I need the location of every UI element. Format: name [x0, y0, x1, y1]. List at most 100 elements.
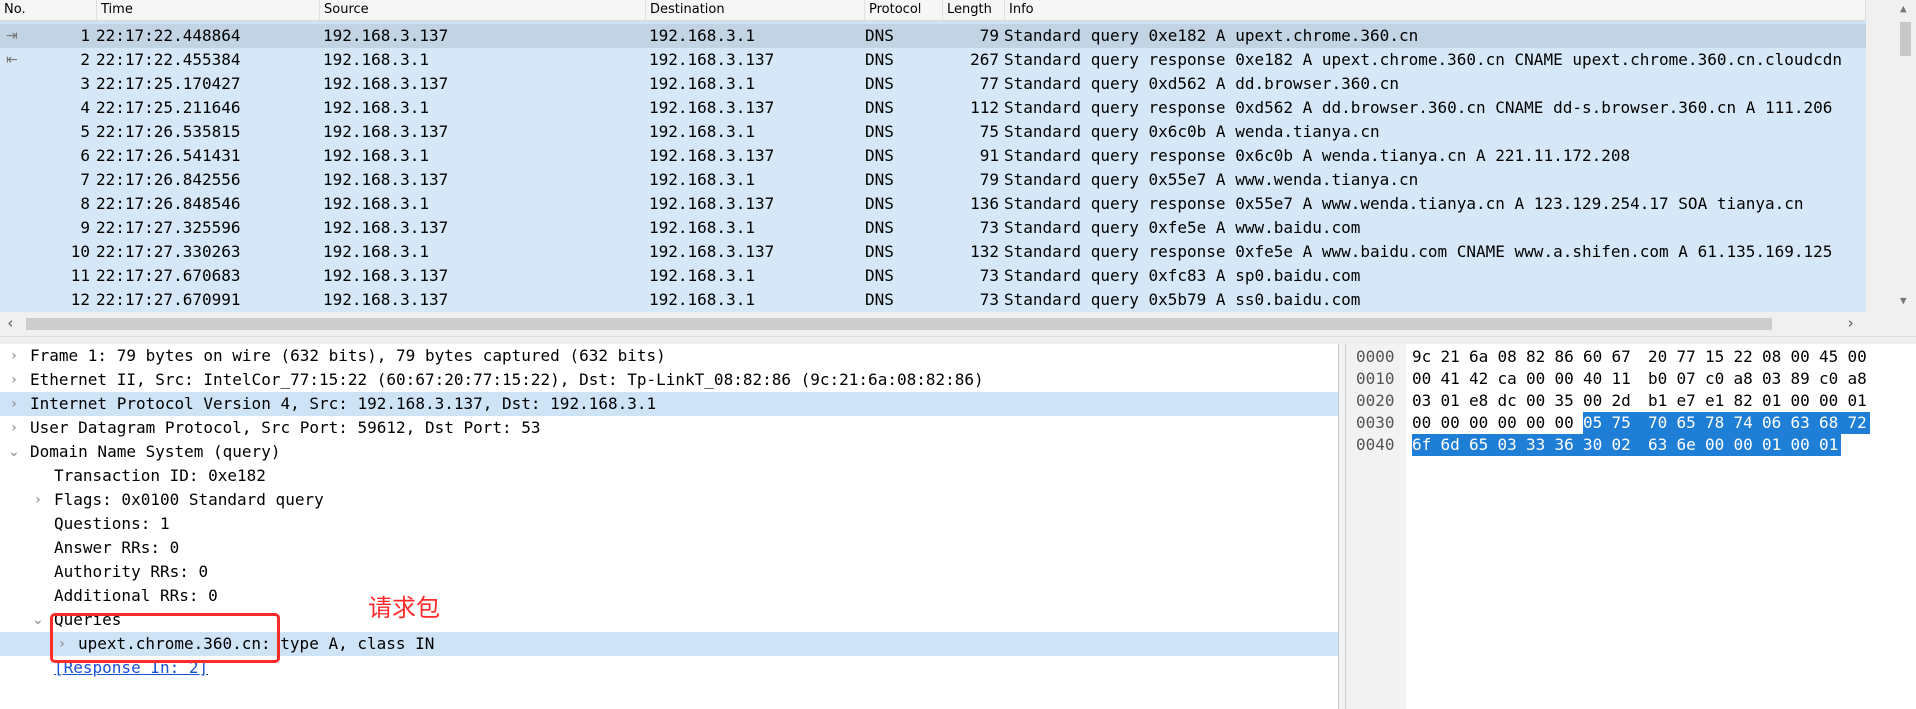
packet-row[interactable]: 6 22:17:26.541431 192.168.3.1 192.168.3.137… [0, 144, 1866, 168]
hex-byte[interactable]: 65 [1469, 434, 1498, 456]
detail-tree-row[interactable]: Transaction ID: 0xe182 [0, 464, 1338, 488]
hex-byte[interactable]: 78 [1705, 412, 1734, 434]
hex-byte[interactable]: 03 [1412, 390, 1434, 412]
pane-splitter-vertical[interactable] [1339, 344, 1346, 709]
hex-byte[interactable]: 00 [1583, 390, 1605, 412]
hex-byte[interactable]: 63 [1648, 434, 1677, 456]
hex-byte[interactable]: 6d [1440, 434, 1469, 456]
hex-byte[interactable]: 00 [1705, 434, 1734, 456]
column-header-destination[interactable]: Destination [646, 0, 865, 20]
packet-row[interactable]: 1 22:17:22.448864 192.168.3.137 192.168.3.1… [0, 24, 1866, 48]
hex-byte[interactable]: 01 [1762, 390, 1784, 412]
hex-byte[interactable]: 40 [1583, 368, 1605, 390]
hex-byte[interactable]: c0 [1819, 368, 1841, 390]
hex-byte[interactable]: 00 [1790, 434, 1819, 456]
hex-byte[interactable]: 01 [1441, 390, 1463, 412]
hex-byte[interactable]: 42 [1469, 368, 1491, 390]
detail-tree-row[interactable]: Additional RRs: 0 [0, 584, 1338, 608]
collapsed-chevron-icon[interactable]: › [6, 416, 22, 440]
hex-byte[interactable]: 65 [1676, 412, 1705, 434]
column-header-time[interactable]: Time [97, 0, 320, 20]
packet-row[interactable]: 11 22:17:27.670683 192.168.3.137 192.168.3.… [0, 264, 1866, 288]
hex-byte[interactable]: 33 [1526, 434, 1555, 456]
hex-byte[interactable]: 60 [1583, 346, 1605, 368]
hex-byte[interactable]: 70 [1648, 412, 1677, 434]
detail-tree-row[interactable]: ⌄ Domain Name System (query) [0, 440, 1338, 464]
hex-byte[interactable]: 9c [1412, 346, 1434, 368]
scroll-up-icon[interactable]: ▲ [1900, 2, 1907, 15]
detail-tree-row[interactable]: › Internet Protocol Version 4, Src: 192.1… [0, 392, 1338, 416]
packet-row[interactable]: 12 22:17:27.670991 192.168.3.137 192.168.3.… [0, 288, 1866, 312]
vertical-scroll-thumb[interactable] [1900, 22, 1911, 56]
packet-row[interactable]: 8 22:17:26.848546 192.168.3.1 192.168.3.137… [0, 192, 1866, 216]
hex-byte[interactable]: 06 [1762, 412, 1791, 434]
hex-byte[interactable]: dc [1498, 390, 1520, 412]
hex-byte[interactable]: ca [1498, 368, 1520, 390]
packet-bytes-pane[interactable]: 0000 9c 21 6a 08 82 86 60 67 20 77 15 22 08 00 45 00 0010… [1346, 344, 1916, 709]
hex-byte[interactable]: 00 [1441, 412, 1463, 434]
hex-byte[interactable]: 77 [1677, 346, 1699, 368]
packet-row[interactable]: 2 22:17:22.455384 192.168.3.1 192.168.3.137… [0, 48, 1866, 72]
hex-byte[interactable]: 05 [1583, 412, 1612, 434]
detail-tree-row[interactable]: › Frame 1: 79 bytes on wire (632 bits), 7… [0, 344, 1338, 368]
expanded-chevron-icon[interactable]: ⌄ [30, 608, 46, 632]
hex-byte[interactable]: 72 [1847, 412, 1870, 434]
detail-tree-row[interactable]: Authority RRs: 0 [0, 560, 1338, 584]
hex-byte[interactable]: 00 [1412, 412, 1434, 434]
hex-byte[interactable]: 08 [1498, 346, 1520, 368]
hex-byte[interactable]: 36 [1554, 434, 1583, 456]
hex-byte[interactable]: b0 [1648, 368, 1670, 390]
collapsed-chevron-icon[interactable]: › [6, 368, 22, 392]
packet-row[interactable]: 10 22:17:27.330263 192.168.3.1 192.168.3.13… [0, 240, 1866, 264]
hex-byte[interactable]: 74 [1733, 412, 1762, 434]
hex-byte[interactable]: 00 [1526, 412, 1548, 434]
hex-byte[interactable]: 01 [1848, 390, 1870, 412]
hex-byte[interactable]: 11 [1612, 368, 1634, 390]
column-header-info[interactable]: Info [1005, 0, 1866, 20]
column-header-source[interactable]: Source [320, 0, 646, 20]
hex-byte[interactable]: 00 [1526, 390, 1548, 412]
hex-byte[interactable]: 20 [1648, 346, 1670, 368]
hex-byte[interactable]: a8 [1848, 368, 1870, 390]
hex-byte[interactable]: a8 [1734, 368, 1756, 390]
hex-byte[interactable]: 68 [1819, 412, 1848, 434]
hex-byte[interactable]: 00 [1848, 346, 1870, 368]
hex-byte[interactable]: 6a [1469, 346, 1491, 368]
scroll-left-icon[interactable]: ‹ [6, 314, 15, 332]
hex-byte[interactable]: 15 [1705, 346, 1727, 368]
hex-byte[interactable]: e8 [1469, 390, 1491, 412]
detail-tree-row[interactable]: › Flags: 0x0100 Standard query [0, 488, 1338, 512]
hex-byte[interactable]: 00 [1412, 368, 1434, 390]
collapsed-chevron-icon[interactable]: › [6, 344, 22, 368]
hex-byte[interactable]: 75 [1611, 412, 1648, 434]
packet-list-horizontal-scrollbar[interactable]: ‹ › [0, 312, 1866, 336]
hex-byte[interactable]: c0 [1705, 368, 1727, 390]
packet-row[interactable]: 4 22:17:25.211646 192.168.3.1 192.168.3.137… [0, 96, 1866, 120]
hex-byte[interactable]: 00 [1526, 368, 1548, 390]
hex-byte[interactable]: 63 [1790, 412, 1819, 434]
packet-row[interactable]: 3 22:17:25.170427 192.168.3.137 192.168.3.1… [0, 72, 1866, 96]
hex-byte[interactable]: 01 [1819, 434, 1841, 456]
column-header-no[interactable]: No. [0, 0, 97, 20]
hex-byte[interactable]: b1 [1648, 390, 1670, 412]
hex-byte[interactable]: 00 [1733, 434, 1762, 456]
hex-byte[interactable]: 22 [1734, 346, 1756, 368]
detail-tree-row[interactable]: Answer RRs: 0 [0, 536, 1338, 560]
hex-byte[interactable]: 00 [1469, 412, 1491, 434]
scroll-right-icon[interactable]: › [1846, 314, 1855, 332]
hex-byte[interactable]: 02 [1611, 434, 1648, 456]
hex-byte[interactable]: 00 [1791, 346, 1813, 368]
hex-byte[interactable]: 2d [1612, 390, 1634, 412]
hex-byte[interactable]: 03 [1497, 434, 1526, 456]
hex-byte[interactable]: 41 [1441, 368, 1463, 390]
packet-row[interactable]: 5 22:17:26.535815 192.168.3.137 192.168.3.1… [0, 120, 1866, 144]
hex-byte[interactable]: 82 [1526, 346, 1548, 368]
detail-tree-row[interactable]: › Ethernet II, Src: IntelCor_77:15:22 (60… [0, 368, 1338, 392]
collapsed-chevron-icon[interactable]: › [30, 488, 46, 512]
scroll-down-icon[interactable]: ▼ [1900, 294, 1907, 307]
packet-list-vertical-scrollbar[interactable]: ▲ ▼ [1866, 0, 1916, 312]
packet-list[interactable]: No. Time Source Destination Protocol Len… [0, 0, 1866, 312]
hex-byte[interactable]: 67 [1612, 346, 1634, 368]
hex-byte[interactable]: 01 [1762, 434, 1791, 456]
hex-byte[interactable]: 82 [1734, 390, 1756, 412]
